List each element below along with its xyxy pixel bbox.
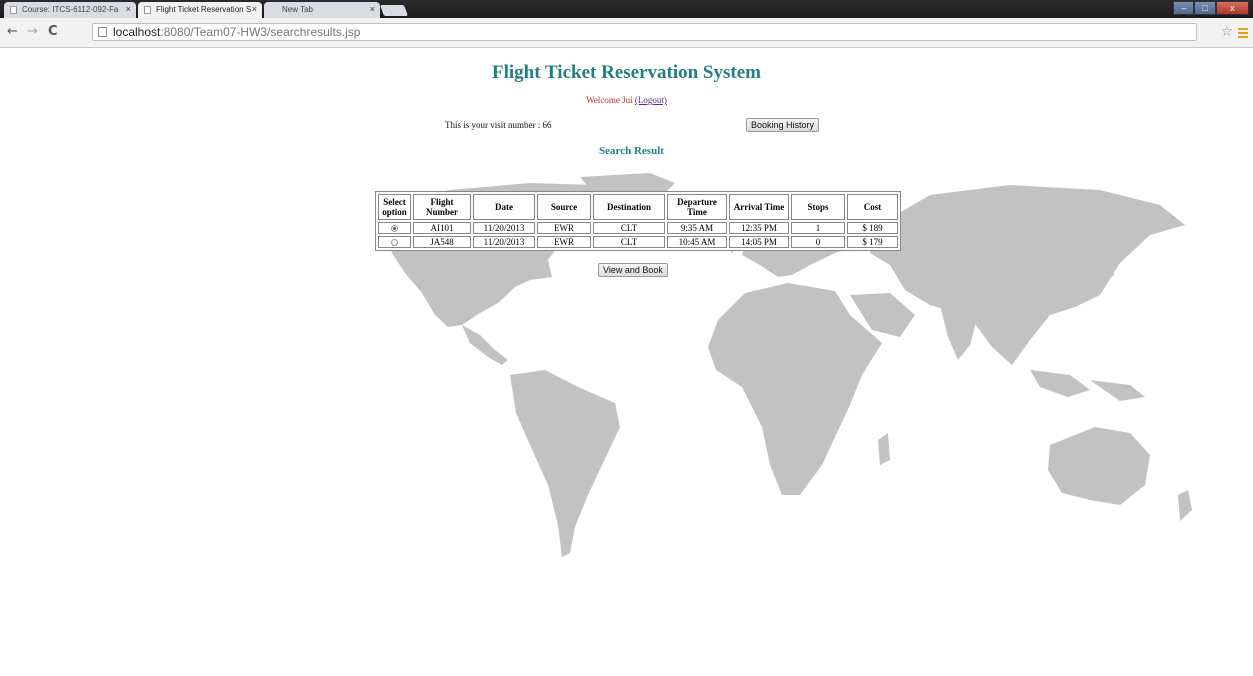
arrival-cell: 12:35 PM (729, 222, 789, 234)
departure-cell: 9:35 AM (667, 222, 727, 234)
page-icon (144, 6, 151, 14)
close-icon[interactable]: × (252, 4, 257, 14)
booking-history-button[interactable]: Booking History (746, 118, 820, 132)
header-flight-number: Flight Number (413, 194, 471, 220)
tab-label: Flight Ticket Reservation S (156, 5, 252, 14)
header-stops: Stops (791, 194, 845, 220)
bookmark-star-icon[interactable]: ☆ (1220, 24, 1233, 40)
browser-toolbar: ← → C localhost:8080/Team07-HW3/searchre… (0, 18, 1253, 48)
select-cell (378, 222, 411, 234)
header-destination: Destination (593, 194, 665, 220)
source-cell: EWR (537, 222, 591, 234)
minimize-button[interactable]: – (1173, 1, 1195, 15)
tab-course[interactable]: Course: ITCS-6112-092-Fa × (4, 2, 136, 18)
flight-radio-button[interactable] (391, 239, 398, 247)
header-select-option: Select option (378, 194, 411, 220)
header-date: Date (473, 194, 535, 220)
header-arrival-time: Arrival Time (729, 194, 789, 220)
date-cell: 11/20/2013 (473, 236, 535, 248)
page-content: Flight Ticket Reservation System Welcome… (0, 48, 1253, 676)
departure-cell: 10:45 AM (667, 236, 727, 248)
flight-number-cell: JA548 (413, 236, 471, 248)
stops-cell: 1 (791, 222, 845, 234)
header-departure-time: Departure Time (667, 194, 727, 220)
tab-new-tab[interactable]: New Tab × (264, 2, 380, 18)
flight-radio-button[interactable] (391, 225, 398, 233)
cost-cell: $ 189 (847, 222, 898, 234)
tab-label: New Tab (282, 5, 313, 14)
cost-cell: $ 179 (847, 236, 898, 248)
view-and-book-button[interactable]: View and Book (598, 263, 668, 277)
destination-cell: CLT (593, 236, 665, 248)
table-row: JA548 11/20/2013 EWR CLT 10:45 AM 14:05 … (378, 236, 898, 248)
header-source: Source (537, 194, 591, 220)
browser-tab-strip: Course: ITCS-6112-092-Fa × Flight Ticket… (0, 0, 1253, 18)
table-header-row: Select option Flight Number Date Source De… (378, 194, 898, 220)
header-cost: Cost (847, 194, 898, 220)
visit-count-text: This is your visit number : 66 (445, 120, 552, 130)
menu-icon[interactable] (1238, 28, 1248, 40)
page-icon (98, 27, 107, 37)
welcome-message: Welcome Jui (Logout) (0, 95, 1253, 105)
arrival-cell: 14:05 PM (729, 236, 789, 248)
destination-cell: CLT (593, 222, 665, 234)
table-row: AI101 11/20/2013 EWR CLT 9:35 AM 12:35 P… (378, 222, 898, 234)
url-path: :8080/Team07-HW3/searchresults.jsp (160, 25, 361, 39)
welcome-text: Welcome Jui (586, 95, 633, 105)
address-bar[interactable]: localhost:8080/Team07-HW3/searchresults.… (92, 23, 1197, 41)
reload-icon[interactable]: C (48, 24, 58, 39)
search-result-heading: Search Result (599, 145, 664, 157)
stops-cell: 0 (791, 236, 845, 248)
source-cell: EWR (537, 236, 591, 248)
window-controls: – □ x (1173, 1, 1249, 15)
logout-link[interactable]: (Logout) (635, 95, 667, 105)
window-close-button[interactable]: x (1215, 1, 1249, 15)
close-icon[interactable]: × (126, 4, 131, 14)
page-icon (10, 6, 17, 14)
flight-number-cell: AI101 (413, 222, 471, 234)
new-tab-button[interactable] (379, 5, 409, 16)
back-arrow-icon[interactable]: ← (7, 24, 18, 39)
forward-arrow-icon[interactable]: → (27, 24, 38, 39)
date-cell: 11/20/2013 (473, 222, 535, 234)
page-title: Flight Ticket Reservation System (492, 62, 761, 83)
close-icon[interactable]: × (370, 4, 375, 14)
flight-results-table: Select option Flight Number Date Source De… (375, 191, 901, 251)
tab-flight-reservation[interactable]: Flight Ticket Reservation S × (138, 2, 262, 18)
tab-label: Course: ITCS-6112-092-Fa (22, 5, 119, 14)
maximize-button[interactable]: □ (1194, 1, 1216, 15)
url-host: localhost (113, 25, 161, 39)
select-cell (378, 236, 411, 248)
